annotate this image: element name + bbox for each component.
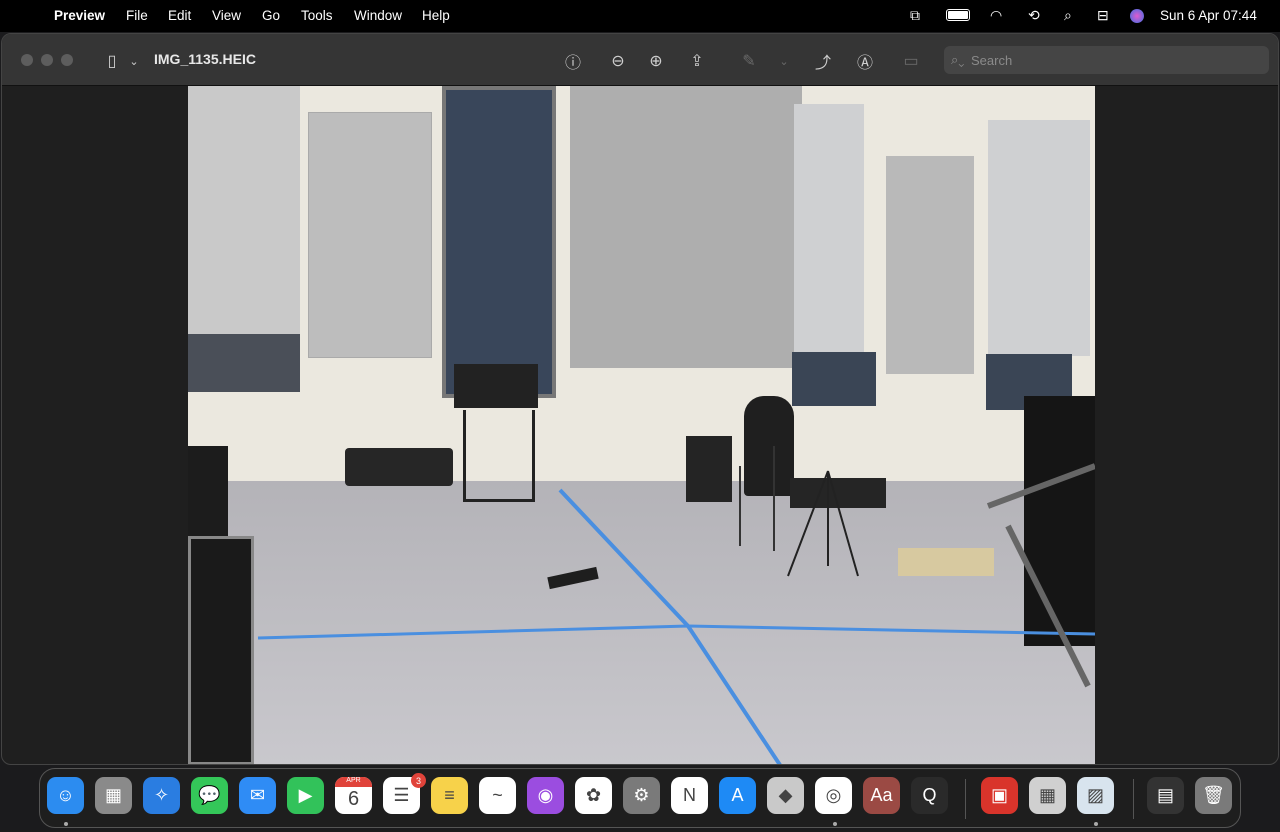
- chrome-icon: ◎: [825, 785, 842, 805]
- menu-go[interactable]: Go: [262, 8, 280, 23]
- dock-app-app-store[interactable]: A: [719, 777, 756, 814]
- markup-icon[interactable]: Ⓐ: [854, 50, 876, 72]
- notes-icon: ≡: [444, 785, 455, 805]
- quicktime-player-icon: Q: [922, 785, 937, 805]
- preview-window: ▯ ⌄ IMG_1135.HEIC ⓘ ⊖ ⊕ ⇪ ✎ ⌄ ⤴ Ⓐ ▭ ⌕⌄ Se…: [1, 33, 1279, 765]
- app-store-icon: A: [731, 785, 744, 805]
- running-indicator: [64, 822, 68, 826]
- dock-app-podcasts[interactable]: ◉: [527, 777, 564, 814]
- dictionary-icon: Aa: [870, 785, 893, 805]
- mail-icon: ✉: [249, 785, 266, 805]
- trash-icon: 🗑: [1202, 785, 1225, 805]
- menu-tools[interactable]: Tools: [301, 8, 333, 23]
- dock-app-chrome[interactable]: ◎: [815, 777, 852, 814]
- info-icon[interactable]: ⓘ: [562, 50, 584, 72]
- dock-app-news[interactable]: N: [671, 777, 708, 814]
- zoom-button[interactable]: [61, 54, 73, 66]
- menu-bar: Preview File Edit View Go Tools Window H…: [0, 0, 1280, 32]
- dock-app-photo-booth[interactable]: ▣: [981, 777, 1018, 814]
- dock-app-preview[interactable]: ▨: [1077, 777, 1114, 814]
- news-icon: N: [683, 785, 696, 805]
- battery-icon[interactable]: [946, 9, 970, 21]
- dock-app-roblox[interactable]: ◆: [767, 777, 804, 814]
- close-button[interactable]: [21, 54, 33, 66]
- menu-app-name[interactable]: Preview: [54, 8, 105, 23]
- sign-form-icon[interactable]: ▭: [900, 50, 922, 72]
- menu-edit[interactable]: Edit: [168, 8, 191, 23]
- calculator-icon: ▦: [1038, 785, 1056, 805]
- dock-separator: [1133, 779, 1134, 819]
- menu-file[interactable]: File: [126, 8, 148, 23]
- dock-app-messages[interactable]: 💬: [191, 777, 228, 814]
- rotate-icon[interactable]: ⤴: [812, 50, 834, 72]
- dock-app-system-settings[interactable]: ⚙: [623, 777, 660, 814]
- dock-app-finder[interactable]: ☺: [47, 777, 84, 814]
- podcasts-icon: ◉: [537, 785, 554, 805]
- sidebar-toggle-icon[interactable]: ▯: [101, 50, 123, 72]
- dock-app-notes[interactable]: ≡: [431, 777, 468, 814]
- dock: ☺ ▦ ✧ 💬 ✉ ▶ APR 6 ☰ 3 ≡ ~ ◉ ✿ ⚙ N A ◆ ◎ Aa Q ▣ ▦ ▨ ▤ 🗑: [39, 768, 1241, 828]
- dock-app-trash[interactable]: 🗑: [1195, 777, 1232, 814]
- document-title: IMG_1135.HEIC: [154, 51, 256, 67]
- dock-app-mail[interactable]: ✉: [239, 777, 276, 814]
- dock-app-safari[interactable]: ✧: [143, 777, 180, 814]
- dock-app-calendar[interactable]: APR 6: [335, 777, 372, 814]
- downloads-icon: ▤: [1156, 785, 1174, 805]
- calendar-icon: 6: [347, 788, 360, 810]
- dock-app-facetime[interactable]: ▶: [287, 777, 324, 814]
- running-indicator: [1094, 822, 1098, 826]
- preview-icon: ▨: [1086, 785, 1104, 805]
- menu-window[interactable]: Window: [354, 8, 402, 23]
- launchpad-icon: ▦: [104, 785, 122, 805]
- running-indicator: [833, 822, 837, 826]
- dock-app-reminders[interactable]: ☰ 3: [383, 773, 426, 814]
- notification-badge: 3: [411, 773, 426, 788]
- spotlight-icon[interactable]: ⌕: [1064, 7, 1072, 24]
- calendar-month: APR: [335, 777, 372, 787]
- menu-view[interactable]: View: [212, 8, 241, 23]
- image-view: [188, 86, 1095, 764]
- zoom-out-icon[interactable]: ⊖: [607, 50, 629, 72]
- share-icon[interactable]: ⇪: [686, 50, 708, 72]
- dock-app-freeform[interactable]: ~: [479, 777, 516, 814]
- chevron-down-icon[interactable]: ⌄: [123, 50, 145, 72]
- minimize-button[interactable]: [41, 54, 53, 66]
- dock-app-quicktime-player[interactable]: Q: [911, 777, 948, 814]
- system-settings-icon: ⚙: [633, 785, 650, 805]
- clock[interactable]: Sun 6 Apr 07:44: [1160, 8, 1257, 23]
- safari-icon: ✧: [153, 785, 170, 805]
- search-icon: ⌕⌄: [951, 52, 965, 67]
- messages-icon: 💬: [198, 785, 221, 805]
- dock-app-downloads[interactable]: ▤: [1147, 777, 1184, 814]
- highlight-pen-icon[interactable]: ✎: [738, 50, 760, 72]
- search-placeholder: Search: [971, 53, 1013, 68]
- dock-app-calculator[interactable]: ▦: [1029, 777, 1066, 814]
- siri-icon[interactable]: [1130, 9, 1144, 23]
- toolbar: ▯ ⌄ IMG_1135.HEIC ⓘ ⊖ ⊕ ⇪ ✎ ⌄ ⤴ Ⓐ ▭ ⌕⌄ Se…: [2, 34, 1278, 86]
- facetime-icon: ▶: [298, 785, 313, 805]
- time-machine-icon[interactable]: ⟲: [1028, 7, 1040, 24]
- dock-separator: [965, 779, 966, 819]
- highlight-chevron-icon[interactable]: ⌄: [773, 50, 795, 72]
- control-center-icon[interactable]: ⊟: [1097, 7, 1109, 24]
- photos-icon: ✿: [585, 785, 602, 805]
- stage-manager-icon[interactable]: ⧉: [910, 7, 920, 24]
- dock-app-photos[interactable]: ✿: [575, 777, 612, 814]
- menu-help[interactable]: Help: [422, 8, 450, 23]
- freeform-icon: ~: [492, 785, 503, 805]
- zoom-in-icon[interactable]: ⊕: [645, 50, 667, 72]
- dock-app-dictionary[interactable]: Aa: [863, 777, 900, 814]
- dock-app-launchpad[interactable]: ▦: [95, 777, 132, 814]
- reminders-icon: ☰: [393, 785, 410, 805]
- finder-icon: ☺: [56, 785, 75, 805]
- search-input[interactable]: ⌕⌄ Search: [944, 46, 1269, 74]
- wifi-icon[interactable]: ◠: [990, 7, 1002, 24]
- roblox-icon: ◆: [778, 785, 793, 805]
- photo-booth-icon: ▣: [990, 785, 1008, 805]
